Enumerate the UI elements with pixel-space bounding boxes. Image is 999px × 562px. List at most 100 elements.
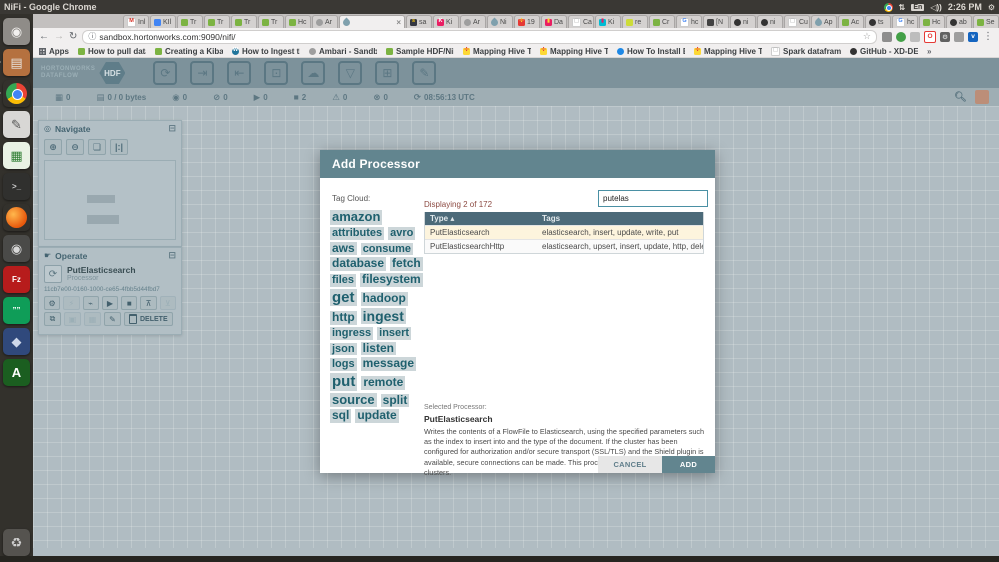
processor-filter-input[interactable] [598, 190, 708, 207]
tab[interactable]: Ar [312, 15, 338, 28]
tab[interactable]: Ghc [676, 15, 702, 28]
filezilla-icon[interactable]: Fz [3, 266, 30, 293]
tag-fetch[interactable]: fetch [390, 257, 423, 272]
tab[interactable]: s sa [406, 15, 432, 28]
tag-put[interactable]: put [330, 373, 358, 391]
bookmark-item[interactable]: ▢ Spark dataframe [771, 46, 841, 56]
add-button[interactable]: ADD [662, 456, 715, 473]
tab[interactable]: ▢ Cu [784, 15, 810, 28]
tab[interactable]: ▮ Ki [595, 15, 621, 28]
tab[interactable]: Ar [460, 15, 486, 28]
tab[interactable]: KIl [150, 15, 176, 28]
ext-light-icon[interactable] [910, 31, 920, 42]
tag-get[interactable]: get [330, 288, 357, 307]
updater-icon[interactable]: A [3, 359, 30, 386]
tab[interactable]: Ni [487, 15, 513, 28]
hangouts-icon[interactable]: ”” [3, 297, 30, 324]
tab[interactable]: Tr [177, 15, 203, 28]
ubuntu-dash-icon[interactable]: ◉ [3, 18, 30, 45]
tab[interactable]: Hc [919, 15, 945, 28]
reload-button[interactable]: ↻ [69, 31, 77, 42]
tag-avro[interactable]: avro [388, 226, 416, 240]
bookmark-item[interactable]: Sample HDF/NiF [386, 47, 454, 56]
tab[interactable]: Ap [811, 15, 837, 28]
tab[interactable]: Se [973, 15, 999, 28]
tag-aws[interactable]: aws [330, 241, 357, 256]
ext-grey-icon[interactable] [882, 31, 892, 42]
screenshot-icon[interactable]: ◉ [3, 235, 30, 262]
url-text[interactable]: sandbox.hortonworks.com:9090/nifi/ [99, 32, 235, 42]
bookmark-item[interactable]: How to pull data [78, 47, 146, 56]
tag-consume[interactable]: consume [360, 242, 413, 256]
tag-json[interactable]: json [330, 342, 357, 356]
tab[interactable]: Cr [649, 15, 675, 28]
tab-close-icon[interactable]: × [396, 18, 401, 27]
tab[interactable]: ab [946, 15, 972, 28]
tab[interactable]: Tr [258, 15, 284, 28]
tag-split[interactable]: split [380, 393, 410, 408]
virtualbox-icon[interactable]: ◆ [3, 328, 30, 355]
tab[interactable]: Ac [838, 15, 864, 28]
tray-chrome-icon[interactable] [883, 2, 893, 12]
tag-amazon[interactable]: amazon [330, 209, 383, 225]
tab[interactable]: ▢ Ca [568, 15, 594, 28]
tag-update[interactable]: update [355, 409, 399, 424]
files-icon[interactable]: ▤ [0, 49, 30, 76]
keyboard-layout-indicator[interactable]: En [911, 3, 925, 11]
table-row[interactable]: PutElasticsearchHttp elasticsearch, upser… [425, 239, 703, 253]
bookmark-item[interactable]: Creating a Kiban [155, 47, 223, 56]
tab[interactable]: K Ki [433, 15, 459, 28]
bookmark-item[interactable]: How To Install El [617, 47, 685, 56]
tab[interactable]: re [622, 15, 648, 28]
network-arrows-icon[interactable]: ⇅ [899, 3, 906, 12]
cancel-button[interactable]: CANCEL [598, 456, 662, 473]
ext-gear-icon[interactable]: ⚙ [940, 31, 950, 42]
tab[interactable]: ✣ 19 [514, 15, 540, 28]
tag-ingest[interactable]: ingest [360, 308, 406, 325]
tab[interactable]: Tr [231, 15, 257, 28]
tab-nifi-active[interactable]: × [339, 15, 405, 28]
bookmark-item[interactable]: W How to Ingest th [232, 47, 300, 56]
tag-filesystem[interactable]: filesystem [360, 272, 423, 287]
tag-logs[interactable]: logs [330, 358, 357, 372]
bookmark-item[interactable]: GitHub - XD-DEN [850, 47, 918, 56]
volume-icon[interactable]: ◁)) [930, 3, 941, 12]
tag-http[interactable]: http [330, 310, 357, 326]
forward-button[interactable]: → [54, 31, 64, 42]
apps-shortcut[interactable]: Apps [39, 47, 69, 56]
bookmark-star-icon[interactable]: ☆ [863, 31, 871, 42]
tag-sql[interactable]: sql [330, 409, 352, 424]
text-editor-icon[interactable]: ✎ [3, 111, 30, 138]
tag-remote[interactable]: remote [361, 375, 406, 391]
ext-green-icon[interactable] [896, 31, 906, 42]
bookmark-item[interactable]: ✣ Mapping Hive Ta [694, 47, 762, 56]
bookmark-item[interactable]: Ambari - Sandbo [309, 47, 377, 56]
tag-hadoop[interactable]: hadoop [360, 291, 408, 306]
ext-shield-icon[interactable] [954, 31, 964, 42]
chrome-icon[interactable] [0, 80, 30, 107]
libreoffice-calc-icon[interactable]: ▦ [3, 142, 30, 169]
bookmark-item[interactable]: ✣ Mapping Hive Ta [540, 47, 608, 56]
tag-database[interactable]: database [330, 257, 387, 272]
tab[interactable]: [N [703, 15, 729, 28]
tag-ingress[interactable]: ingress [330, 327, 374, 340]
terminal-icon[interactable]: >_ [3, 173, 30, 200]
tab[interactable]: ni [730, 15, 756, 28]
tag-insert[interactable]: insert [377, 327, 412, 340]
tag-files[interactable]: files [330, 274, 357, 287]
table-header[interactable]: Type ▴ Tags [425, 212, 703, 225]
tab[interactable]: ts [865, 15, 891, 28]
ext-blue-v-icon[interactable]: v [968, 31, 978, 42]
tag-listen[interactable]: listen [360, 341, 396, 356]
tag-message[interactable]: message [360, 357, 416, 372]
chrome-menu-icon[interactable]: ⋮ [983, 31, 993, 42]
tab[interactable]: Hc [285, 15, 311, 28]
tab[interactable]: Ghc [892, 15, 918, 28]
tab[interactable]: Tr [204, 15, 230, 28]
session-gear-icon[interactable]: ⚙ [988, 3, 995, 12]
bookmarks-overflow-icon[interactable]: » [927, 47, 931, 56]
clock[interactable]: 2:26 PM [948, 2, 982, 12]
table-row[interactable]: PutElasticsearch elasticsearch, insert, u… [425, 225, 703, 239]
address-bar[interactable]: ⓘ sandbox.hortonworks.com:9090/nifi/ ☆ [82, 29, 877, 44]
page-info-icon[interactable]: ⓘ [88, 31, 96, 42]
